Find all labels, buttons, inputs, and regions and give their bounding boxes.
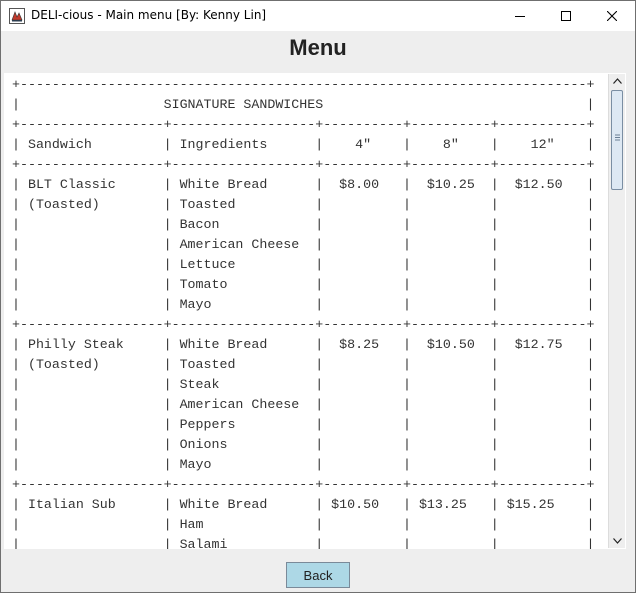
- menu-line: | | Salami | | | |: [12, 537, 595, 549]
- menu-line: +---------------------------------------…: [12, 77, 595, 92]
- menu-line: | | American Cheese | | | |: [12, 237, 595, 252]
- menu-line: | (Toasted) | Toasted | | | |: [12, 357, 595, 372]
- vertical-scrollbar[interactable]: [608, 74, 625, 548]
- scroll-down-arrow-icon[interactable]: [609, 534, 626, 548]
- page-title: Menu: [289, 35, 347, 60]
- menu-line: | (Toasted) | Toasted | | | |: [12, 197, 595, 212]
- menu-line: | SIGNATURE SANDWICHES |: [12, 97, 595, 112]
- menu-table-text: +---------------------------------------…: [12, 75, 595, 549]
- maximize-button[interactable]: [543, 1, 589, 31]
- menu-line: | | Mayo | | | |: [12, 297, 595, 312]
- menu-line: | | American Cheese | | | |: [12, 397, 595, 412]
- minimize-icon: [515, 16, 525, 17]
- minimize-button[interactable]: [497, 1, 543, 31]
- scroll-thumb[interactable]: [611, 90, 623, 190]
- app-window: DELI-cious - Main menu [By: Kenny Lin] M…: [0, 0, 636, 593]
- back-button[interactable]: Back: [286, 562, 350, 588]
- menu-line: | | Steak | | | |: [12, 377, 595, 392]
- menu-line: | | Bacon | | | |: [12, 217, 595, 232]
- menu-line: | | Ham | | | |: [12, 517, 595, 532]
- menu-line: | | Onions | | | |: [12, 437, 595, 452]
- close-icon: [607, 11, 617, 21]
- menu-line: | Sandwich | Ingredients | 4" | 8" | 12"…: [12, 137, 595, 152]
- java-app-icon: [9, 8, 25, 24]
- menu-line: | | Tomato | | | |: [12, 277, 595, 292]
- menu-line: +------------------+------------------+-…: [12, 117, 595, 132]
- menu-line: +------------------+------------------+-…: [12, 477, 595, 492]
- menu-line: | | Lettuce | | | |: [12, 257, 595, 272]
- menu-line: | | Mayo | | | |: [12, 457, 595, 472]
- menu-line: | Italian Sub | White Bread | $10.50 | $…: [12, 497, 595, 512]
- menu-text-area[interactable]: +---------------------------------------…: [4, 73, 626, 549]
- close-button[interactable]: [589, 1, 635, 31]
- scroll-grip-icon: [615, 134, 620, 141]
- scroll-up-arrow-icon[interactable]: [609, 74, 626, 88]
- window-title: DELI-cious - Main menu [By: Kenny Lin]: [31, 8, 267, 22]
- title-bar[interactable]: DELI-cious - Main menu [By: Kenny Lin]: [1, 1, 635, 31]
- header: Menu: [1, 31, 635, 69]
- menu-line: +------------------+------------------+-…: [12, 157, 595, 172]
- menu-line: | BLT Classic | White Bread | $8.00 | $1…: [12, 177, 595, 192]
- maximize-icon: [561, 11, 571, 21]
- menu-line: | Philly Steak | White Bread | $8.25 | $…: [12, 337, 595, 352]
- menu-line: | | Peppers | | | |: [12, 417, 595, 432]
- menu-line: +------------------+------------------+-…: [12, 317, 595, 332]
